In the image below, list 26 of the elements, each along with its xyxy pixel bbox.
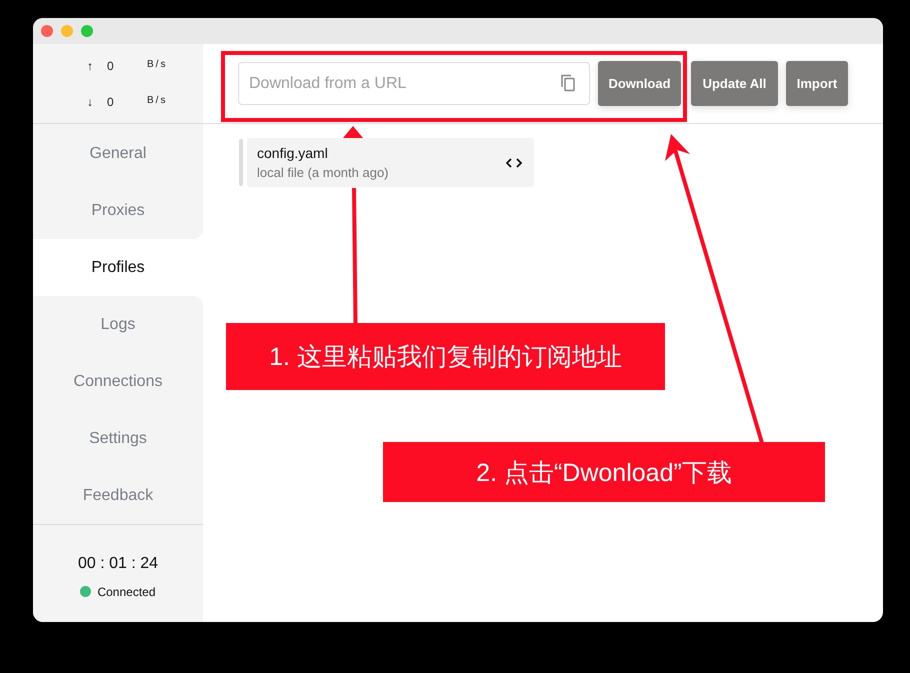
traffic-value: 0 — [107, 58, 115, 72]
action-button[interactable]: Import — [786, 61, 848, 106]
profile-detail: local file (a month ago) — [257, 165, 389, 180]
traffic-arrow: ↑ — [87, 58, 94, 72]
traffic-unit: B/s — [147, 58, 168, 72]
action-button[interactable]: Update All — [691, 61, 778, 106]
code-icon[interactable] — [506, 158, 522, 168]
traffic-arrow: ↓ — [87, 94, 94, 108]
copy-icon[interactable] — [560, 74, 576, 92]
profile-name: config.yaml — [257, 145, 329, 161]
nav-item[interactable]: Logs — [33, 296, 203, 353]
annotation-label: 2. 点击“Dwonload”下载 — [383, 442, 825, 502]
arrow-head — [343, 126, 363, 138]
close-button[interactable] — [41, 25, 53, 37]
traffic-value: 0 — [107, 94, 115, 108]
action-button[interactable]: Download — [598, 61, 681, 106]
annotation-label: 1. 这里粘贴我们复制的订阅地址 — [226, 323, 665, 390]
url-field[interactable]: Download from a URL — [238, 62, 590, 105]
nav-item[interactable]: Profiles — [33, 239, 203, 296]
uptime-timer: 00 : 01 : 24 — [78, 554, 158, 572]
status-label: Connected — [97, 584, 156, 598]
zoom-button[interactable] — [81, 25, 93, 37]
nav-item[interactable]: Proxies — [33, 182, 203, 239]
profile-card[interactable]: config.yaml local file (a month ago) — [247, 138, 534, 187]
minimize-button[interactable] — [61, 25, 73, 37]
traffic-unit: B/s — [147, 94, 168, 108]
